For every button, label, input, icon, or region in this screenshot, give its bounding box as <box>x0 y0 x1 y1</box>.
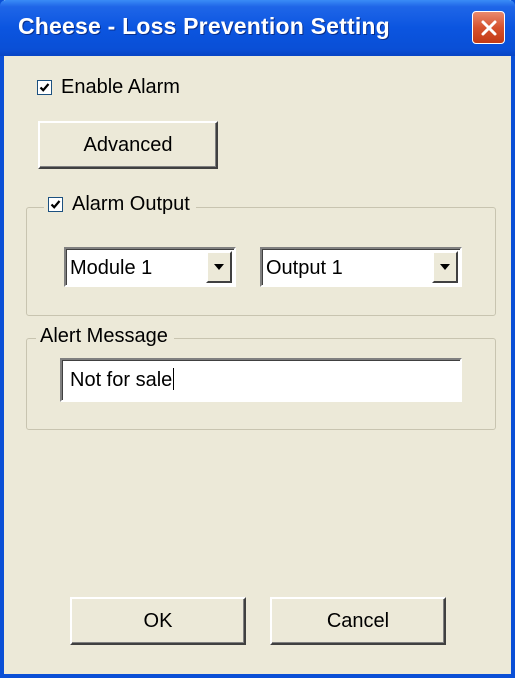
alert-message-legend: Alert Message <box>36 325 174 348</box>
alarm-output-legend[interactable]: Alarm Output <box>44 193 196 216</box>
title-bar[interactable]: Cheese - Loss Prevention Setting <box>0 0 515 56</box>
output-dropdown-button[interactable] <box>432 251 458 283</box>
chevron-down-icon <box>440 264 450 270</box>
module-dropdown-button[interactable] <box>206 251 232 283</box>
alert-message-text: Not for sale <box>70 369 173 391</box>
checkmark-icon <box>50 200 61 209</box>
ok-button-label: OK <box>143 609 173 632</box>
enable-alarm-checkbox[interactable] <box>37 80 52 95</box>
close-icon <box>481 20 496 35</box>
enable-alarm-label: Enable Alarm <box>61 76 180 98</box>
alert-message-label: Alert Message <box>40 325 168 347</box>
advanced-button-label: Advanced <box>83 133 173 156</box>
text-cursor <box>173 368 175 390</box>
output-select-value: Output 1 <box>266 257 343 279</box>
module-select[interactable]: Module 1 <box>64 247 236 287</box>
output-select[interactable]: Output 1 <box>260 247 462 287</box>
alarm-output-checkbox[interactable] <box>48 197 63 212</box>
module-select-value: Module 1 <box>70 257 153 279</box>
chevron-down-icon <box>214 264 224 270</box>
enable-alarm-checkbox-row[interactable]: Enable Alarm <box>37 76 180 99</box>
advanced-button[interactable]: Advanced <box>38 121 218 169</box>
close-button[interactable] <box>472 11 505 44</box>
dialog-window: Cheese - Loss Prevention Setting Enable … <box>0 0 515 678</box>
cancel-button-label: Cancel <box>326 609 390 632</box>
checkmark-icon <box>39 83 50 92</box>
window-title: Cheese - Loss Prevention Setting <box>18 13 390 39</box>
alert-message-input-value: Not for sale <box>70 368 175 392</box>
alert-message-input[interactable]: Not for sale <box>60 358 462 402</box>
cancel-button[interactable]: Cancel <box>270 597 446 645</box>
ok-button[interactable]: OK <box>70 597 246 645</box>
alarm-output-label: Alarm Output <box>72 193 190 215</box>
